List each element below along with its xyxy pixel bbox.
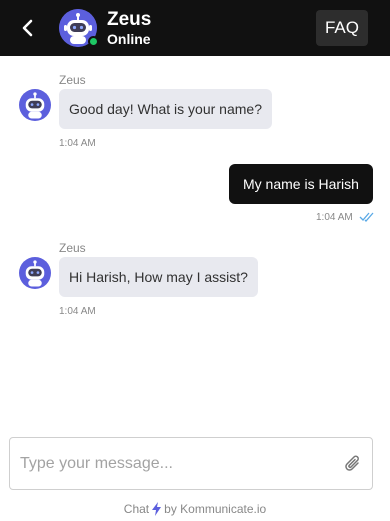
message-timestamp: 1:04 AM	[59, 138, 96, 149]
footer-prefix: Chat	[123, 502, 150, 516]
paperclip-icon[interactable]	[344, 454, 362, 474]
agent-name: Zeus	[107, 9, 152, 30]
read-receipt-icon	[360, 212, 374, 223]
message-sender-name: Zeus	[59, 73, 86, 87]
agent-info: Zeus Online	[107, 9, 151, 47]
chevron-left-icon	[22, 19, 33, 37]
message-timestamp: 1:04 AM	[316, 212, 353, 223]
message-timestamp-row: 1:04 AM	[316, 212, 375, 223]
message-sender-name: Zeus	[59, 241, 86, 255]
agent-avatar	[59, 9, 99, 47]
chat-header: Zeus Online FAQ	[0, 0, 390, 56]
faq-button[interactable]: FAQ	[316, 10, 368, 46]
message-composer	[9, 437, 373, 490]
incoming-message-bubble: Good day! What is your name?	[59, 89, 272, 129]
online-status-dot	[88, 36, 99, 47]
message-input[interactable]	[20, 438, 340, 489]
incoming-message-bubble: Hi Harish, How may I assist?	[59, 257, 258, 297]
footer-suffix: by Kommunicate.io	[164, 502, 267, 516]
back-button[interactable]	[0, 0, 54, 56]
powered-by-footer: Chat by Kommunicate.io	[0, 502, 390, 516]
bot-avatar-icon	[19, 257, 51, 289]
message-timestamp: 1:04 AM	[59, 306, 96, 317]
lightning-bolt-icon	[152, 502, 162, 516]
outgoing-message-bubble: My name is Harish	[229, 164, 373, 204]
bot-avatar-icon	[19, 89, 51, 121]
agent-status: Online	[107, 31, 151, 47]
